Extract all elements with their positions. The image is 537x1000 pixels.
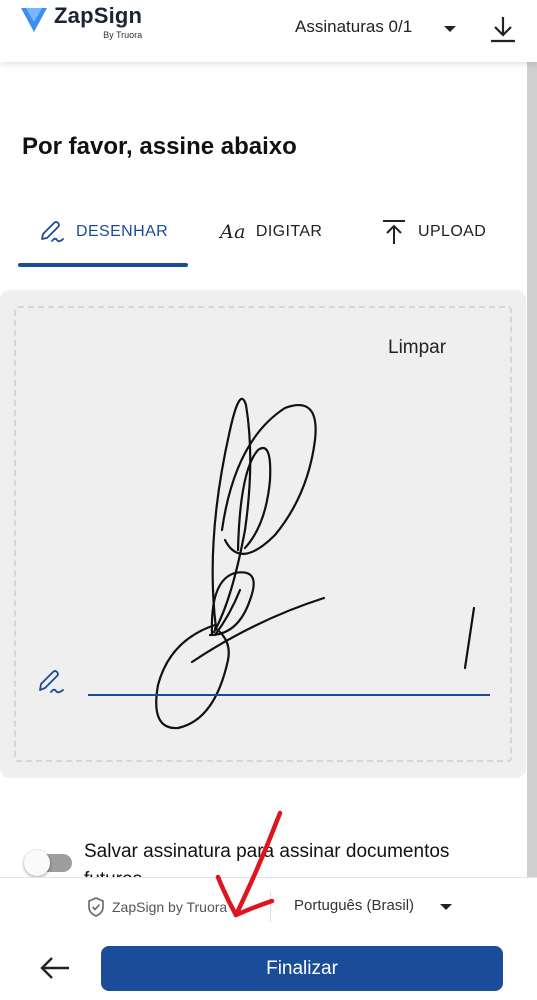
- download-icon[interactable]: [488, 14, 518, 44]
- upload-icon: [383, 220, 405, 244]
- toggle-knob: [24, 850, 50, 876]
- logo-name: ZapSign: [54, 3, 143, 28]
- tab-type[interactable]: Aa DIGITAR: [220, 212, 322, 252]
- finish-button[interactable]: Finalizar: [101, 946, 503, 991]
- back-arrow-icon[interactable]: [38, 953, 72, 983]
- language-selector[interactable]: Português (Brasil): [294, 897, 414, 914]
- text-aa-icon: Aa: [220, 221, 246, 243]
- logo-triangle-icon: [21, 8, 47, 32]
- signatures-dropdown-icon[interactable]: [444, 26, 456, 32]
- active-tab-indicator: [18, 263, 188, 267]
- signatures-counter[interactable]: Assinaturas 0/1: [295, 17, 412, 37]
- red-arrow-annotation: [215, 810, 283, 918]
- top-bar: ZapSign By Truora Assinaturas 0/1: [0, 0, 537, 62]
- scrollbar[interactable]: [527, 62, 537, 942]
- shield-check-icon: [88, 897, 104, 917]
- tab-upload-label: UPLOAD: [418, 223, 487, 240]
- page-title: Por favor, assine abaixo: [22, 133, 297, 160]
- tab-type-label: DIGITAR: [255, 223, 323, 240]
- action-bar: Finalizar: [0, 935, 537, 1000]
- signature-drawing[interactable]: [0, 290, 526, 778]
- pen-icon: [41, 221, 64, 243]
- tab-draw-label: DESENHAR: [76, 223, 169, 240]
- tab-draw[interactable]: DESENHAR: [38, 212, 168, 252]
- logo-subtitle: By Truora: [103, 30, 143, 40]
- language-dropdown-icon[interactable]: [440, 904, 452, 910]
- save-signature-toggle[interactable]: [24, 850, 74, 876]
- signature-baseline: [88, 694, 490, 696]
- tab-upload[interactable]: UPLOAD: [380, 212, 486, 252]
- powered-by: ZapSign by Truora: [86, 896, 227, 918]
- zapsign-logo: ZapSign By Truora: [20, 4, 142, 40]
- pen-icon: [39, 670, 64, 694]
